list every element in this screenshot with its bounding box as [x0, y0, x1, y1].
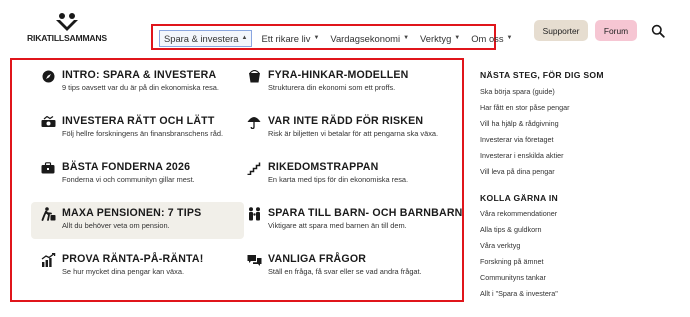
brand-name: RIKATILLSAMMANS [27, 33, 107, 43]
menu-item-spara-till-barn[interactable]: SPARA TILL BARN- OCH BARNBARN Viktigare … [246, 207, 463, 231]
stairs-icon [246, 161, 262, 175]
nav-item-label: Vardagsekonomi [330, 32, 401, 44]
menu-item-title: BÄSTA FONDERNA 2026 [62, 161, 191, 173]
menu-item-title: FYRA-HINKAR-MODELLEN [268, 69, 409, 81]
umbrella-icon [246, 115, 262, 129]
menu-item-description: Allt du behöver veta om pension. [62, 221, 170, 230]
menu-item-description: Fonderna vi och communityn gillar mest. [62, 175, 195, 184]
chevron-down-icon: ▼ [313, 35, 320, 41]
next-steps-link[interactable]: Ska börja spara (guide) [480, 87, 555, 96]
family-icon [246, 207, 262, 221]
next-steps-link[interactable]: Vill leva på dina pengar [480, 167, 555, 176]
nav-item-om-oss[interactable]: Om oss ▼ [471, 33, 512, 44]
next-steps-link[interactable]: Har fått en stor påse pengar [480, 103, 570, 112]
check-out-heading: KOLLA GÄRNA IN [480, 193, 559, 203]
menu-item-description: Viktigare att spara med barnen än till d… [268, 221, 407, 230]
menu-item-basta-fonderna[interactable]: BÄSTA FONDERNA 2026 Fonderna vi och comm… [40, 161, 195, 185]
menu-item-description: 9 tips oavsett var du är på din ekonomis… [62, 83, 219, 92]
menu-item-title: RIKEDOMSTRAPPAN [268, 161, 379, 173]
menu-item-description: Strukturera din ekonomi som ett proffs. [268, 83, 396, 92]
heart-people-logo-icon [56, 13, 78, 31]
nav-item-verktyg[interactable]: Verktyg ▼ [420, 33, 460, 44]
menu-item-title: VANLIGA FRÅGOR [268, 253, 367, 265]
forum-button[interactable]: Forum [595, 20, 637, 41]
nav-item-vardagsekonomi[interactable]: Vardagsekonomi ▼ [330, 33, 409, 44]
menu-item-title: VAR INTE RÄDD FÖR RISKEN [268, 115, 424, 127]
menu-item-title: INTRO: SPARA & INVESTERA [62, 69, 217, 81]
menu-item-vanliga-fragor[interactable]: VANLIGA FRÅGOR Ställ en fråga, få svar e… [246, 253, 422, 277]
chat-bubbles-icon [246, 253, 262, 267]
chevron-up-icon: ▲ [241, 35, 248, 41]
check-out-link[interactable]: Alla tips & guldkorn [480, 225, 542, 234]
compass-icon [40, 69, 56, 83]
next-steps-link[interactable]: Investerar i enskilda aktier [480, 151, 564, 160]
check-out-link[interactable]: Våra rekommendationer [480, 209, 557, 218]
check-out-link[interactable]: Forskning på ämnet [480, 257, 544, 266]
menu-item-fyra-hinkar[interactable]: FYRA-HINKAR-MODELLEN Strukturera din eko… [246, 69, 409, 93]
search-icon[interactable] [651, 24, 665, 38]
money-icon [40, 115, 56, 129]
supporter-button[interactable]: Supporter [534, 20, 588, 41]
site-logo[interactable]: RIKATILLSAMMANS [26, 12, 108, 46]
nav-item-label: Verktyg [420, 32, 452, 44]
growth-chart-icon [40, 253, 56, 267]
bucket-icon [246, 69, 262, 83]
briefcase-icon [40, 161, 56, 175]
next-steps-heading: NÄSTA STEG, FÖR DIG SOM [480, 70, 604, 80]
menu-item-risken[interactable]: VAR INTE RÄDD FÖR RISKEN Risk är biljett… [246, 115, 438, 139]
next-steps-link[interactable]: Investerar via företaget [480, 135, 554, 144]
menu-item-title: INVESTERA RÄTT OCH LÄTT [62, 115, 215, 127]
menu-item-title: SPARA TILL BARN- OCH BARNBARN [268, 207, 463, 219]
menu-item-maxa-pensionen[interactable]: MAXA PENSIONEN: 7 TIPS Allt du behöver v… [40, 207, 201, 231]
menu-item-ranta-pa-ranta[interactable]: PROVA RÄNTA-PÅ-RÄNTA! Se hur mycket dina… [40, 253, 204, 277]
menu-item-title: MAXA PENSIONEN: 7 TIPS [62, 207, 202, 219]
menu-item-title: PROVA RÄNTA-PÅ-RÄNTA! [62, 253, 204, 265]
nav-item-spara-investera[interactable]: Spara & investera ▲ [159, 29, 253, 47]
menu-item-description: Ställ en fråga, få svar eller se vad and… [268, 267, 422, 276]
check-out-link[interactable]: Communityns tankar [480, 273, 546, 282]
menu-item-investera[interactable]: INVESTERA RÄTT OCH LÄTT Följ hellre fors… [40, 115, 223, 139]
chevron-down-icon: ▼ [506, 35, 513, 41]
walker-icon [40, 207, 56, 221]
nav-item-label: Ett rikare liv [261, 32, 311, 44]
chevron-down-icon: ▼ [454, 35, 461, 41]
menu-item-intro[interactable]: INTRO: SPARA & INVESTERA 9 tips oavsett … [40, 69, 219, 93]
check-out-link[interactable]: Allt i "Spara & investera" [480, 289, 558, 298]
menu-item-description: Risk är biljetten vi betalar för att pen… [268, 129, 439, 138]
nav-item-label: Om oss [471, 32, 504, 44]
menu-item-description: En karta med tips för din ekonomiska res… [268, 175, 409, 184]
nav-item-ett-rikare-liv[interactable]: Ett rikare liv ▼ [261, 33, 319, 44]
nav-item-label: Spara & investera [164, 32, 239, 44]
check-out-link[interactable]: Våra verktyg [480, 241, 520, 250]
menu-item-rikedomstrappan[interactable]: RIKEDOMSTRAPPAN En karta med tips för di… [246, 161, 408, 185]
chevron-down-icon: ▼ [403, 35, 410, 41]
main-nav: Spara & investera ▲ Ett rikare liv ▼ Var… [159, 27, 524, 49]
next-steps-link[interactable]: Vill ha hjälp & rådgivning [480, 119, 559, 128]
menu-item-description: Se hur mycket dina pengar kan växa. [62, 267, 185, 276]
menu-item-description: Följ hellre forskningens än finansbransc… [62, 129, 224, 138]
